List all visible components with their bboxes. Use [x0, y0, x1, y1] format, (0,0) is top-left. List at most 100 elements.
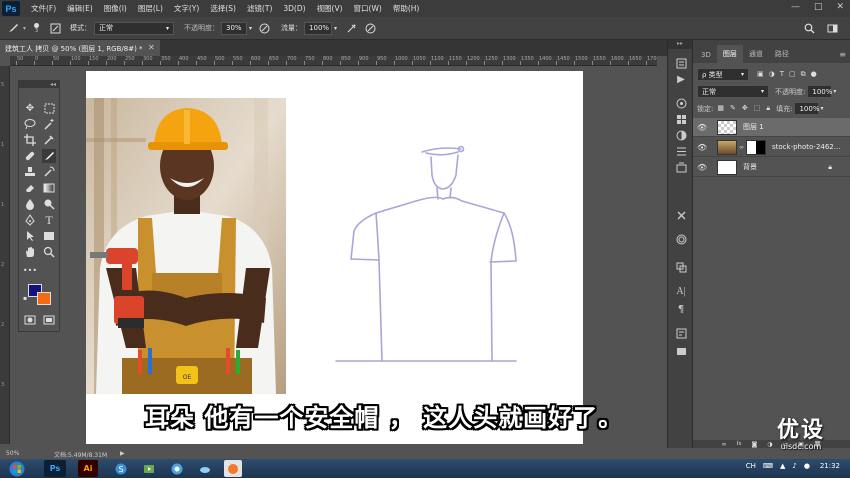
link-layers-icon[interactable]: ∞: [721, 441, 726, 448]
pressure-opacity-icon[interactable]: [258, 22, 271, 35]
opacity-input[interactable]: 30%: [221, 21, 248, 35]
taskbar-browser-icon[interactable]: [168, 460, 186, 477]
tab-layers[interactable]: 图层: [716, 45, 743, 63]
taskbar-cloud-icon[interactable]: [196, 460, 214, 477]
pen-tool-icon[interactable]: [23, 213, 37, 227]
flow-input[interactable]: 100%: [304, 21, 333, 35]
lock-artboard-icon[interactable]: ⬚: [754, 104, 761, 113]
airbrush-icon[interactable]: [345, 22, 358, 35]
brush-tool-active-icon[interactable]: [42, 149, 56, 163]
taskbar-app-s-icon[interactable]: S: [112, 460, 130, 477]
clone-stamp-tool-icon[interactable]: [23, 165, 37, 179]
channels-mixer-icon[interactable]: [674, 232, 688, 246]
color-panel-icon[interactable]: [674, 96, 688, 110]
hand-tool-icon[interactable]: [23, 245, 37, 259]
magic-wand-tool-icon[interactable]: [42, 117, 56, 131]
quick-mask-icon[interactable]: [23, 313, 37, 327]
marquee-tool-icon[interactable]: [42, 101, 56, 115]
tab-paths[interactable]: 路径: [769, 45, 795, 63]
clone-source-panel-icon[interactable]: [674, 260, 688, 274]
flow-dropdown-icon[interactable]: ▾: [334, 25, 337, 32]
brush-preset-picker[interactable]: ▾: [23, 25, 26, 32]
glyphs-panel-icon[interactable]: [674, 344, 688, 358]
zoom-level[interactable]: 50%: [6, 450, 19, 457]
menu-window[interactable]: 窗口(W): [354, 3, 382, 14]
taskbar-illustrator-icon[interactable]: Ai: [78, 460, 98, 477]
layer-opacity-dropdown-icon[interactable]: ▾: [833, 88, 836, 95]
zoom-tool-icon[interactable]: [42, 245, 56, 259]
history-brush-tool-icon[interactable]: [42, 165, 56, 179]
brush-size-preview[interactable]: 3: [34, 22, 40, 34]
layer-opacity-input[interactable]: 100%: [807, 85, 832, 98]
eyedropper-tool-icon[interactable]: [42, 133, 56, 147]
styles-panel-icon[interactable]: [674, 144, 688, 158]
maximize-button[interactable]: □: [814, 2, 823, 12]
actions-panel-icon[interactable]: ▶: [674, 72, 688, 86]
visibility-eye-icon[interactable]: 👁︎: [697, 163, 709, 172]
menu-layer[interactable]: 图层(L): [138, 3, 163, 14]
filter-smart-object-icon[interactable]: ⧉: [801, 70, 806, 79]
screen-mode-icon[interactable]: [42, 313, 56, 327]
layer-row[interactable]: 👁︎ 背景 🔒︎: [693, 158, 850, 177]
menu-help[interactable]: 帮助(H): [393, 3, 420, 14]
fill-dropdown-icon[interactable]: ▾: [820, 105, 823, 112]
tool-presets-icon[interactable]: [674, 208, 688, 222]
filter-toggle-icon[interactable]: ●: [811, 70, 817, 79]
move-tool-icon[interactable]: ✥: [23, 101, 37, 115]
filter-type-icon[interactable]: T: [780, 70, 784, 79]
tab-channels[interactable]: 通道: [743, 45, 769, 63]
ime-indicator[interactable]: CH: [746, 462, 756, 470]
blur-tool-icon[interactable]: [23, 197, 37, 211]
healing-brush-tool-icon[interactable]: [23, 149, 37, 163]
menu-filter[interactable]: 滤镜(T): [247, 3, 272, 14]
network-icon[interactable]: ▲: [780, 462, 785, 470]
lock-image-icon[interactable]: ✎: [730, 104, 736, 113]
keyboard-icon[interactable]: ⌨: [763, 462, 773, 470]
properties-panel-icon[interactable]: [674, 326, 688, 340]
lock-transparent-icon[interactable]: ▦: [717, 104, 724, 113]
crop-tool-icon[interactable]: [23, 133, 37, 147]
taskbar-media-icon[interactable]: [140, 460, 158, 477]
visibility-eye-icon[interactable]: 👁︎: [697, 143, 709, 152]
tray-app-icon[interactable]: ●: [804, 462, 810, 470]
lasso-tool-icon[interactable]: [23, 117, 37, 131]
type-tool-icon[interactable]: T: [42, 213, 56, 227]
menu-3d[interactable]: 3D(D): [283, 4, 305, 13]
link-icon[interactable]: ∞: [739, 144, 744, 151]
mode-select[interactable]: 正常 ▾: [94, 21, 175, 35]
document-tab[interactable]: 建筑工人 拷贝 @ 50% (图层 1, RGB/8#) *: [0, 40, 160, 56]
taskbar-active-app-icon[interactable]: [224, 460, 242, 477]
layer-blend-mode-select[interactable]: 正常 ▾: [697, 85, 769, 98]
layer-name[interactable]: 图层 1: [743, 122, 764, 132]
filter-pixel-icon[interactable]: ▣: [757, 70, 764, 79]
taskbar-clock[interactable]: 21:32: [820, 462, 840, 470]
history-panel-icon[interactable]: [674, 56, 688, 70]
taskbar-photoshop-icon[interactable]: Ps: [44, 460, 66, 477]
lock-all-icon[interactable]: 🔒︎: [766, 104, 770, 113]
status-menu-arrow-icon[interactable]: ▶: [120, 450, 125, 457]
layer-row[interactable]: 👁︎ ∞ stock-photo-2462...: [693, 138, 850, 157]
eraser-tool-icon[interactable]: [23, 181, 37, 195]
ruler-horizontal[interactable]: 50 0 50 100 150 200 250 300 350 400 450 500 550 600 65…: [10, 56, 657, 66]
pressure-size-icon[interactable]: [364, 22, 377, 35]
brush-panel-toggle-icon[interactable]: [49, 22, 62, 35]
document-close-icon[interactable]: ✕: [148, 43, 155, 52]
menu-view[interactable]: 视图(V): [317, 3, 343, 14]
layer-style-icon[interactable]: fx: [736, 441, 741, 447]
menu-select[interactable]: 选择(S): [210, 3, 236, 14]
layer-row[interactable]: 👁︎ 图层 1: [693, 118, 850, 137]
close-button[interactable]: ✕: [836, 2, 844, 12]
fill-input[interactable]: 100%: [794, 102, 819, 115]
menu-edit[interactable]: 编辑(E): [67, 3, 93, 14]
dock-collapse-icon[interactable]: ▸▸: [668, 40, 692, 49]
workspace-icon[interactable]: [826, 22, 839, 35]
adjustments-panel-icon[interactable]: [674, 128, 688, 142]
tools-panel-header[interactable]: ◂◂: [19, 81, 59, 88]
document-canvas[interactable]: OE: [86, 71, 583, 444]
minimize-button[interactable]: —: [791, 2, 800, 12]
opacity-dropdown-icon[interactable]: ▾: [249, 25, 252, 32]
menu-file[interactable]: 文件(F): [31, 3, 56, 14]
dodge-tool-icon[interactable]: [42, 197, 56, 211]
layer-name[interactable]: stock-photo-2462...: [772, 143, 840, 151]
brush-tool-icon[interactable]: [6, 22, 19, 35]
